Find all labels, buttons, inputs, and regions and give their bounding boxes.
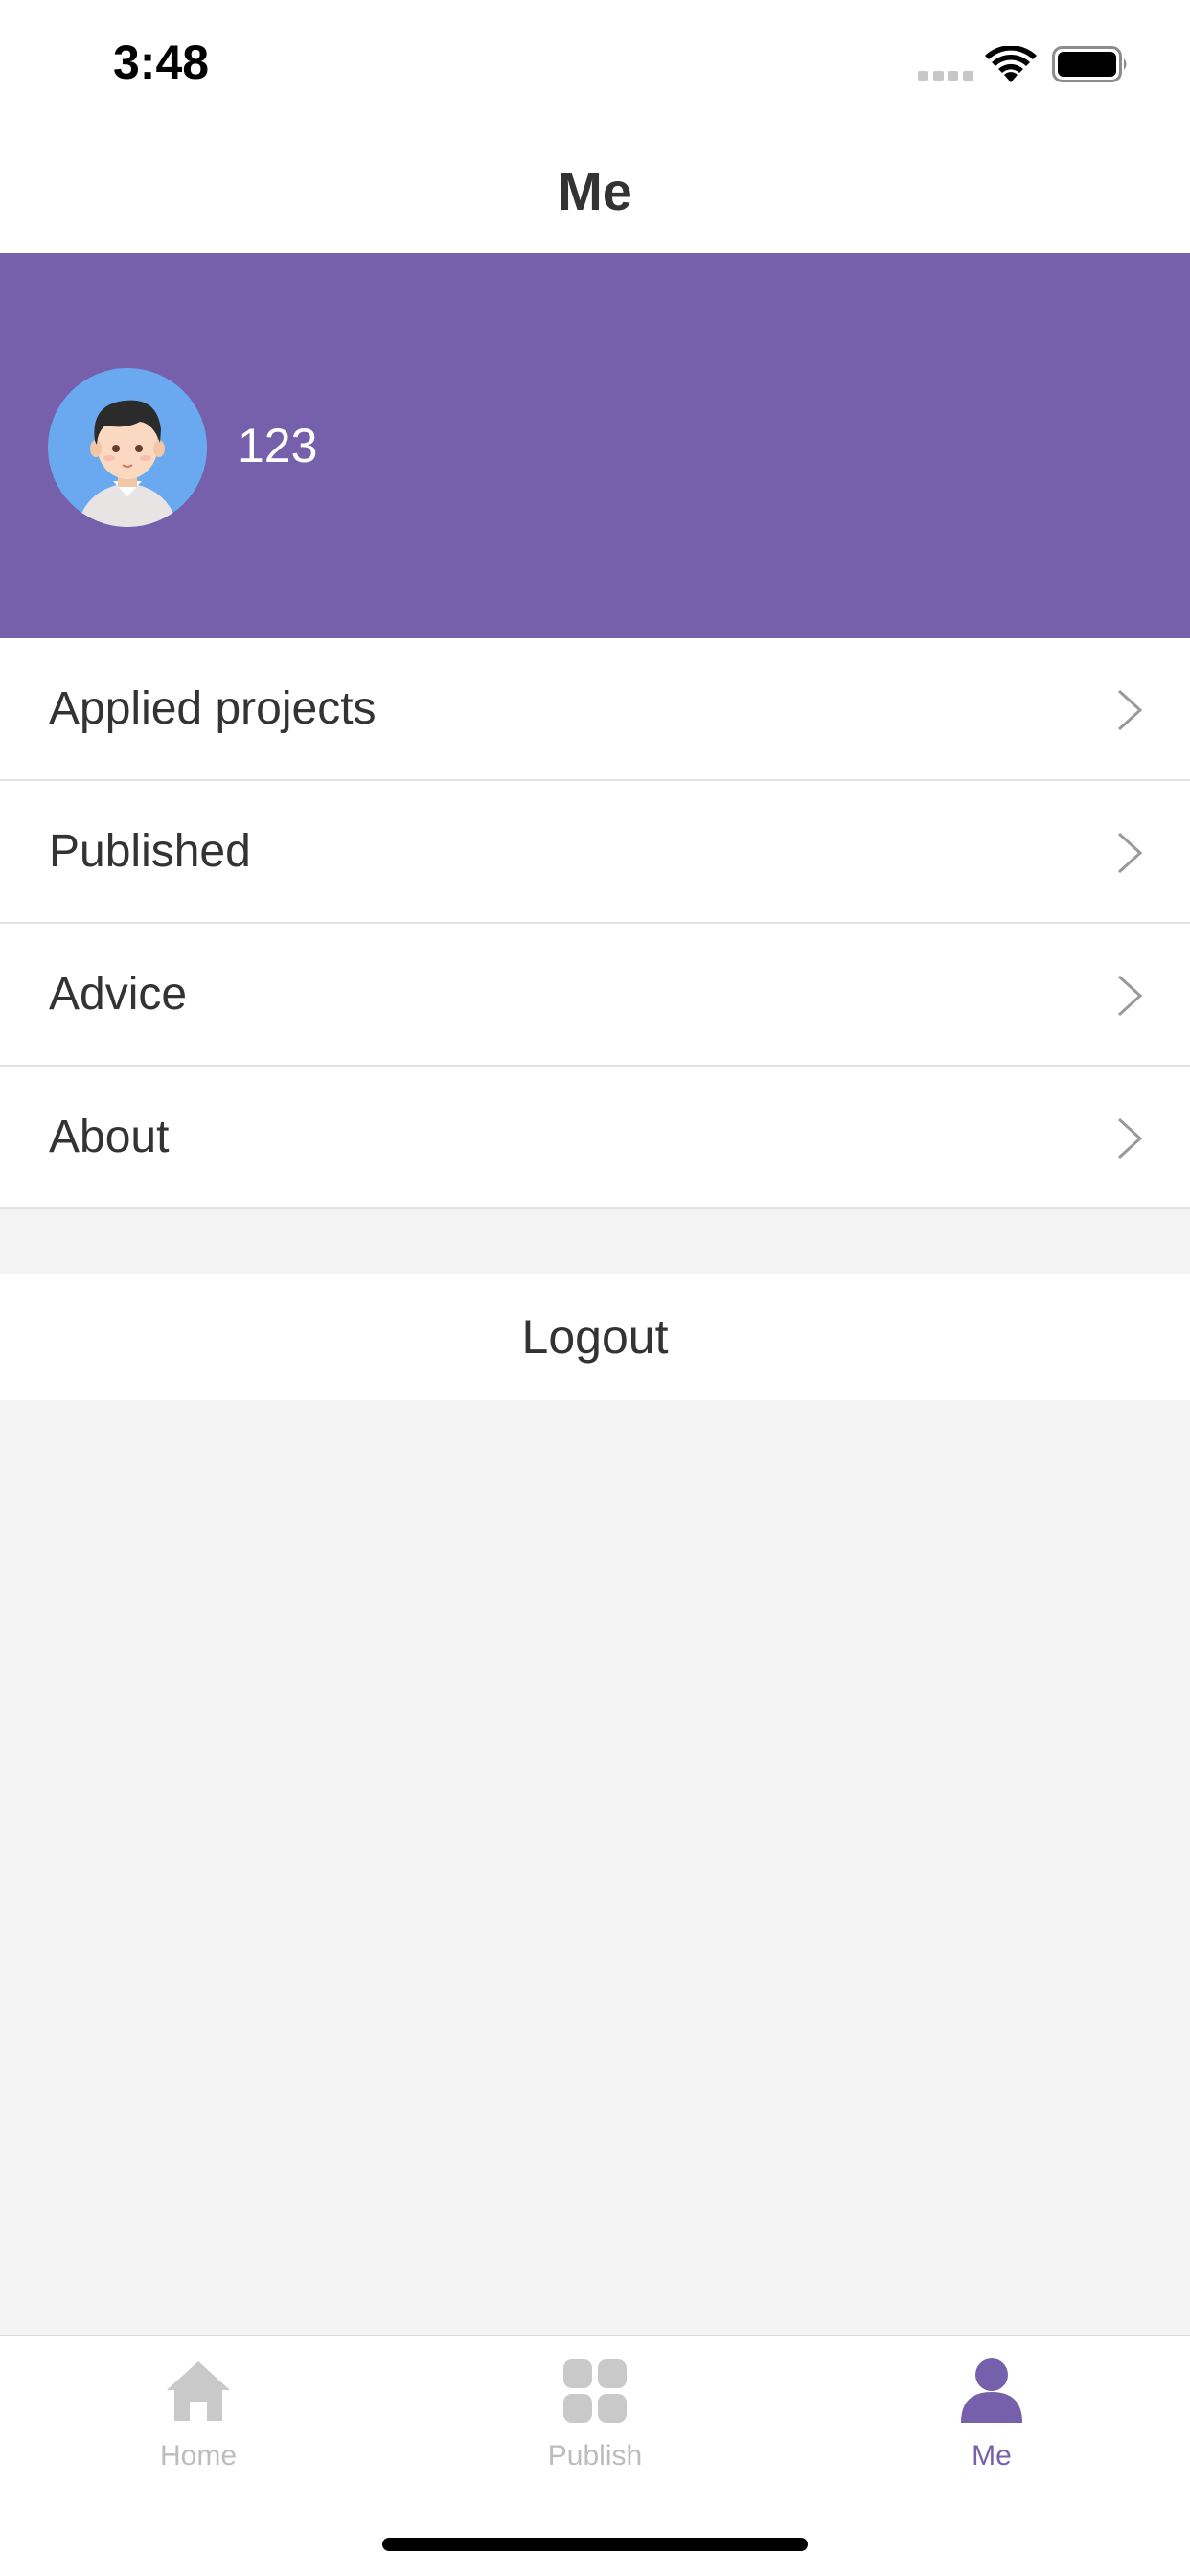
menu-list: Applied projects Published Advice About [0, 638, 1190, 1209]
logout-label: Logout [521, 1310, 669, 1364]
home-indicator [382, 2538, 808, 2551]
menu-item-label: Published [49, 826, 251, 877]
wifi-icon [985, 46, 1037, 82]
chevron-right-icon [1117, 975, 1143, 1017]
menu-item-applied-projects[interactable]: Applied projects [0, 638, 1190, 781]
person-icon [961, 2358, 1022, 2423]
battery-icon [1052, 46, 1127, 82]
logout-button[interactable]: Logout [0, 1274, 1190, 1400]
grid-icon [563, 2359, 627, 2423]
chevron-right-icon [1117, 689, 1143, 731]
home-icon [167, 2361, 230, 2421]
menu-item-published[interactable]: Published [0, 781, 1190, 924]
tab-home[interactable]: Home [0, 2336, 397, 2499]
page-title: Me [558, 161, 632, 221]
user-avatar-illustration [48, 368, 207, 527]
tab-label: Home [159, 2440, 238, 2472]
chevron-right-icon [1117, 1117, 1143, 1160]
cellular-signal-icon [918, 71, 973, 80]
username: 123 [238, 419, 318, 472]
chevron-right-icon [1117, 832, 1143, 874]
status-bar: 3:48 [0, 0, 1190, 129]
status-time: 3:48 [113, 35, 210, 89]
tab-me[interactable]: Me [793, 2336, 1190, 2499]
menu-item-label: Applied projects [49, 683, 377, 734]
menu-item-advice[interactable]: Advice [0, 924, 1190, 1067]
navigation-bar: Me [0, 129, 1190, 253]
tab-label: Publish [547, 2440, 643, 2472]
tab-label: Me [972, 2440, 1012, 2472]
tab-publish[interactable]: Publish [397, 2336, 793, 2499]
profile-banner: 123 [0, 253, 1190, 638]
avatar[interactable] [48, 368, 207, 527]
menu-item-about[interactable]: About [0, 1067, 1190, 1209]
menu-item-label: Advice [49, 969, 188, 1020]
menu-item-label: About [49, 1112, 170, 1162]
